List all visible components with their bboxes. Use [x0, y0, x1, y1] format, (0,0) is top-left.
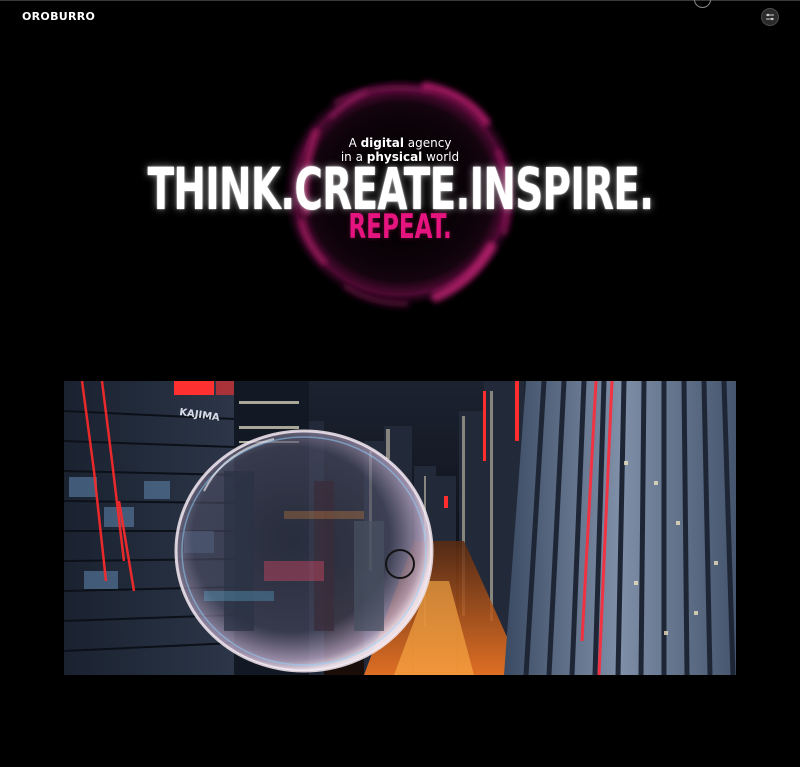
- tagline-line-1: A digital agency: [0, 136, 800, 150]
- city-night-glass-sphere-image: KAJIMA: [64, 381, 736, 675]
- hero-section: A digital agency in a physical world THI…: [0, 60, 800, 330]
- cursor-ring: [385, 549, 415, 579]
- top-border: [0, 0, 800, 1]
- cursor-ring-top: [694, 0, 711, 8]
- tagline-bold-word: digital: [360, 136, 404, 150]
- tagline-text: A: [348, 136, 361, 150]
- page: OROBURRO A digital agency in a physical …: [0, 0, 800, 767]
- hero-subline: REPEAT.: [0, 210, 800, 244]
- hero-video[interactable]: KAJIMA: [64, 381, 736, 675]
- subline-text: REPEAT.: [348, 207, 452, 247]
- tagline-text: agency: [403, 136, 452, 150]
- menu-button[interactable]: [761, 8, 779, 26]
- logo[interactable]: OROBURRO: [22, 10, 95, 23]
- sliders-icon: [766, 13, 774, 21]
